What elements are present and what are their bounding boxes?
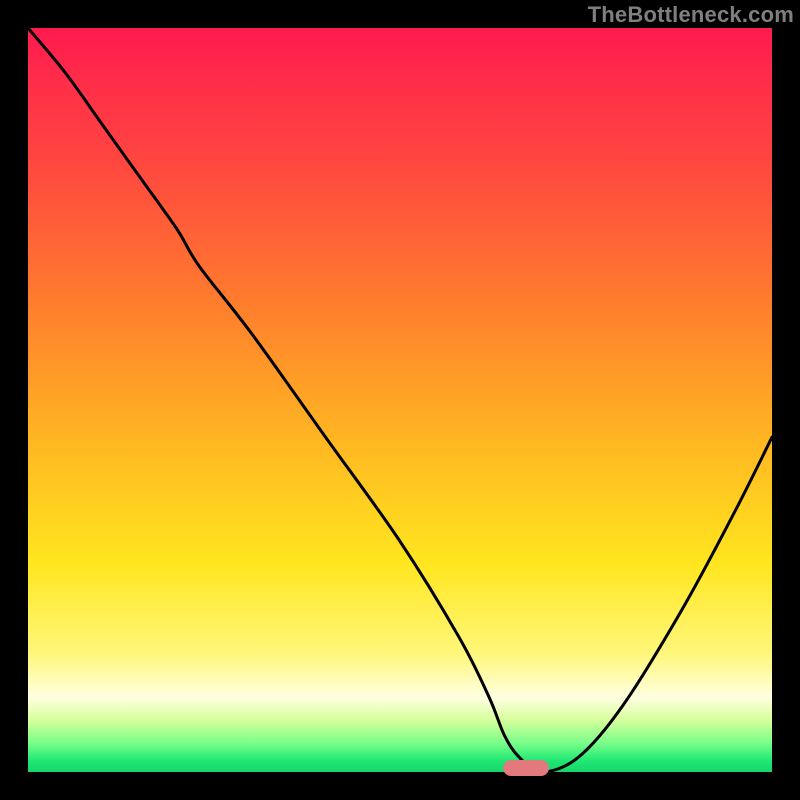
watermark-text: TheBottleneck.com	[588, 2, 794, 28]
bottleneck-curve	[28, 28, 772, 772]
chart-frame: TheBottleneck.com	[0, 0, 800, 800]
optimal-marker	[503, 760, 549, 776]
chart-plot-area	[28, 28, 772, 772]
